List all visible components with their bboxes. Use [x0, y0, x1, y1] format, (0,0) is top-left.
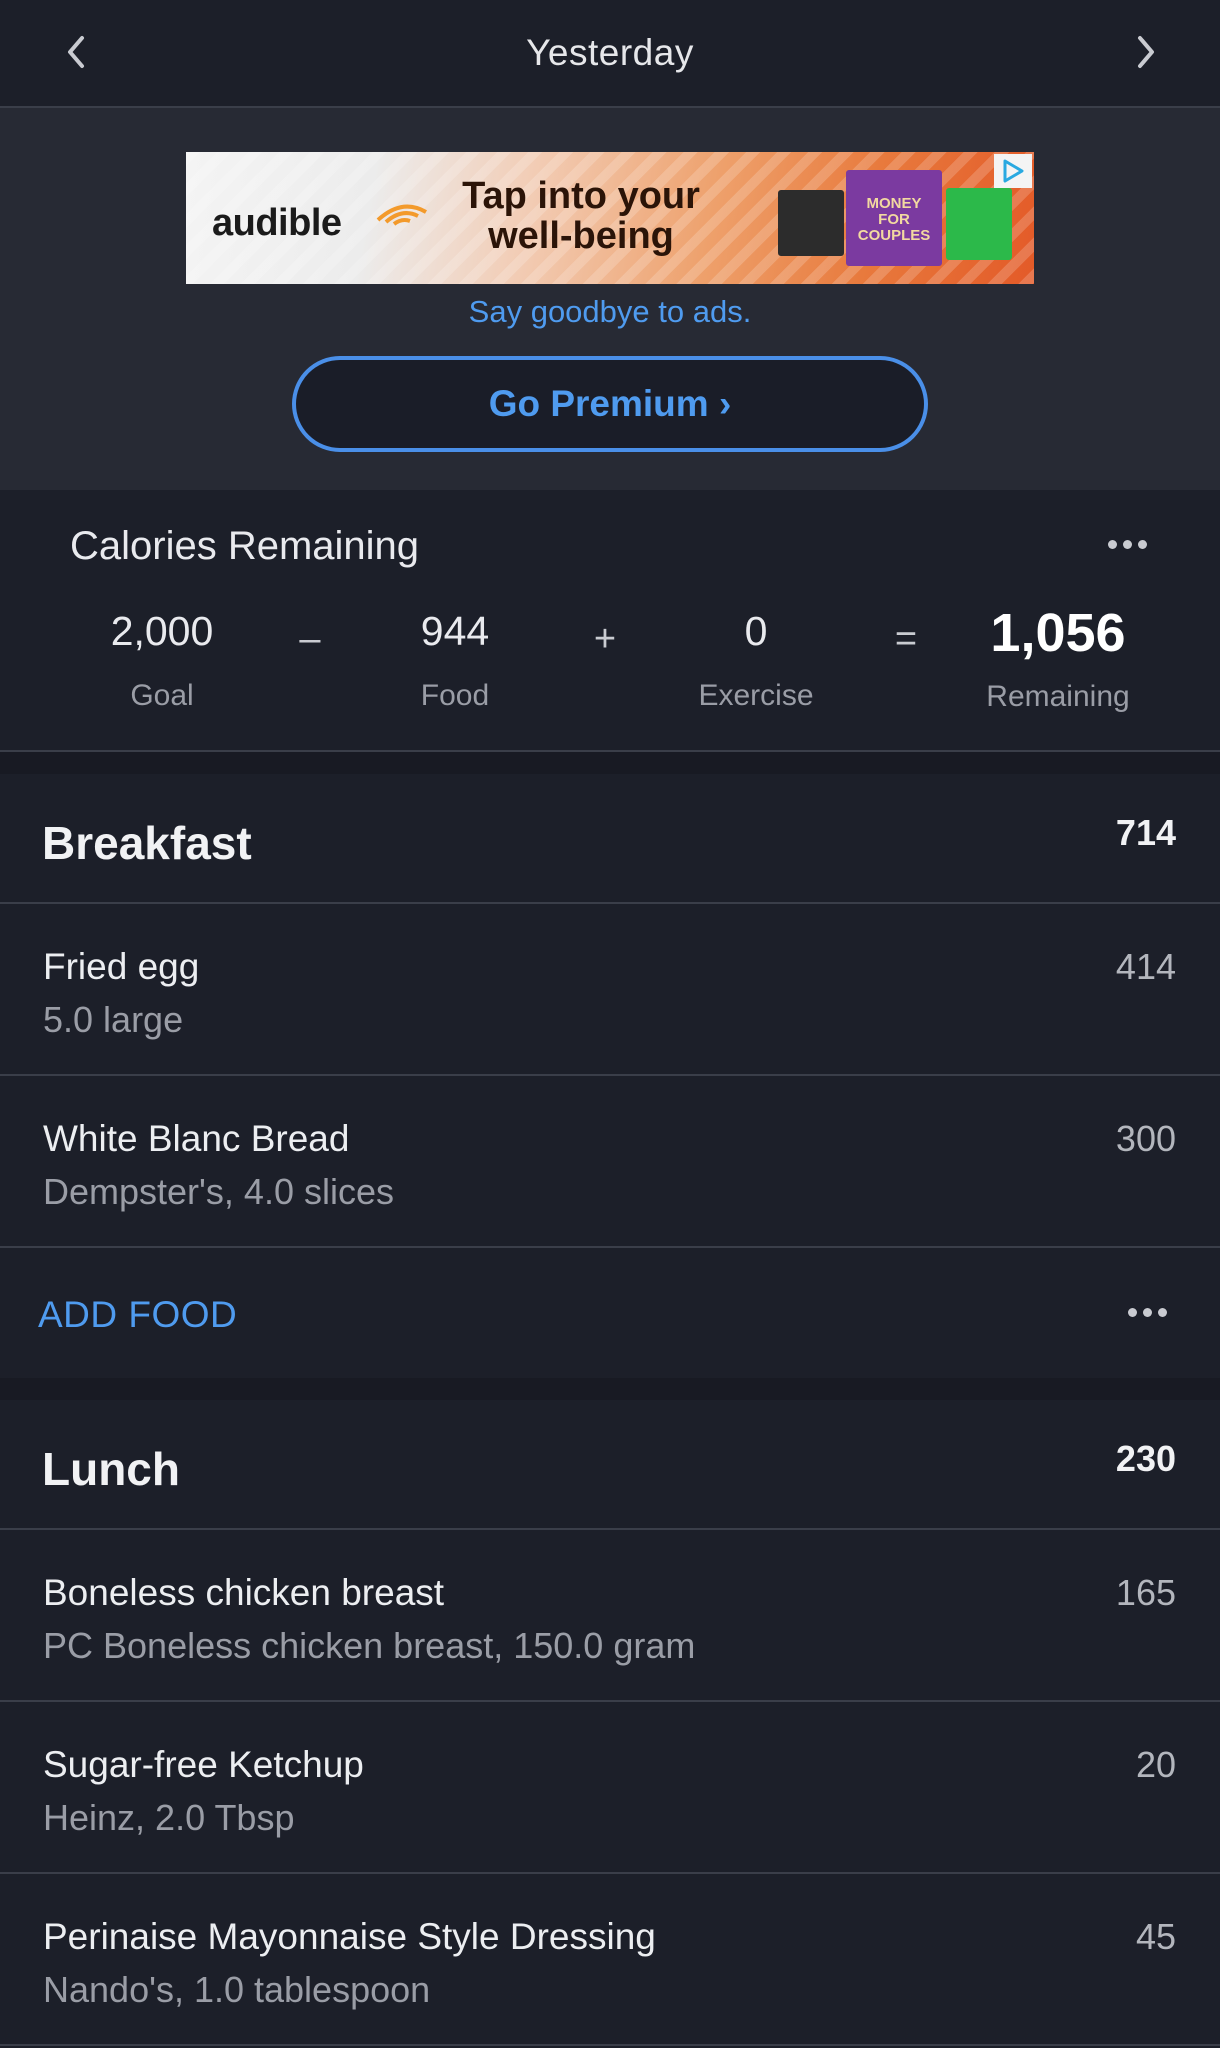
add-food-button[interactable]: ADD FOOD: [38, 1294, 237, 1336]
meal-header-lunch[interactable]: Lunch 230: [0, 1400, 1220, 1530]
food-calories: 414: [1115, 946, 1176, 987]
goal-label: Goal: [130, 679, 194, 712]
meal-name: Breakfast: [42, 817, 252, 869]
chevron-right-icon: [1138, 36, 1154, 68]
section-divider: [0, 752, 1220, 774]
food-description: Dempster's, 4.0 slices: [43, 1171, 394, 1212]
food-name: Fried egg: [43, 946, 200, 987]
calories-more-options-icon[interactable]: [1108, 540, 1147, 549]
food-item[interactable]: Fried egg 5.0 large 414: [0, 904, 1220, 1076]
minus-operator: –: [299, 618, 321, 660]
ad-book-cover: MONEY FOR COUPLES: [846, 170, 942, 266]
food-description: 5.0 large: [43, 999, 184, 1040]
go-premium-button[interactable]: Go Premium ›: [292, 356, 928, 452]
date-title: Yesterday: [526, 32, 694, 73]
add-food-row-breakfast: ADD FOOD: [0, 1250, 1220, 1378]
food-calories: 300: [1115, 1118, 1176, 1159]
audible-wave-icon: [376, 204, 428, 226]
food-name: White Blanc Bread: [43, 1118, 350, 1159]
next-day-button[interactable]: [1124, 30, 1168, 74]
section-divider: [0, 1378, 1220, 1400]
meal-name: Lunch: [42, 1443, 180, 1495]
food-name: Boneless chicken breast: [43, 1572, 445, 1613]
ad-book-cover: [946, 188, 1012, 260]
goal-value: 2,000: [110, 608, 214, 654]
meal-total-calories: 714: [1115, 812, 1176, 853]
food-description: PC Boneless chicken breast, 150.0 gram: [43, 1625, 696, 1666]
ad-choices-icon[interactable]: [994, 154, 1032, 188]
previous-day-button[interactable]: [54, 30, 98, 74]
ad-book-cover: [778, 190, 844, 256]
ad-book-title: MONEY FOR COUPLES: [857, 195, 931, 244]
food-name: Perinaise Mayonnaise Style Dressing: [43, 1916, 656, 1957]
food-item[interactable]: Perinaise Mayonnaise Style Dressing Nand…: [0, 1874, 1220, 2046]
goal-column: 2,000 Goal: [62, 608, 262, 713]
exercise-value: 0: [744, 608, 768, 654]
food-item[interactable]: Sugar-free Ketchup Heinz, 2.0 Tbsp 20: [0, 1702, 1220, 1874]
remove-ads-note: Say goodbye to ads.: [468, 294, 752, 329]
exercise-label: Exercise: [698, 679, 814, 712]
date-header: Yesterday: [0, 0, 1220, 108]
food-calories: 45: [1135, 1916, 1176, 1957]
food-value: 944: [420, 608, 490, 654]
food-column: 944 Food: [355, 608, 555, 713]
food-item[interactable]: White Blanc Bread Dempster's, 4.0 slices…: [0, 1076, 1220, 1248]
calories-remaining-title: Calories Remaining: [70, 524, 420, 568]
food-label: Food: [420, 679, 490, 712]
food-calories: 165: [1115, 1572, 1176, 1613]
chevron-left-icon: [68, 36, 84, 68]
breakfast-more-options-icon[interactable]: [1128, 1308, 1167, 1317]
ad-banner[interactable]: audible Tap into your well-being MONEY F…: [186, 152, 1034, 284]
remaining-value: 1,056: [990, 603, 1126, 663]
food-name: Sugar-free Ketchup: [43, 1744, 364, 1785]
ad-tagline: Tap into your well-being: [462, 175, 700, 257]
ad-brand-logo: audible: [212, 202, 342, 244]
food-description: Heinz, 2.0 Tbsp: [43, 1797, 295, 1838]
calories-remaining-card: Calories Remaining 2,000 Goal – 944 Food…: [0, 490, 1220, 752]
plus-operator: +: [593, 618, 617, 660]
food-description: Nando's, 1.0 tablespoon: [43, 1969, 431, 2010]
equals-operator: =: [894, 618, 918, 660]
exercise-column: 0 Exercise: [656, 608, 856, 713]
meal-header-breakfast[interactable]: Breakfast 714: [0, 774, 1220, 904]
ad-section: audible Tap into your well-being MONEY F…: [0, 108, 1220, 490]
remaining-column: 1,056 Remaining: [958, 603, 1158, 714]
remaining-label: Remaining: [986, 680, 1130, 713]
food-item[interactable]: Boneless chicken breast PC Boneless chic…: [0, 1530, 1220, 1702]
meal-total-calories: 230: [1115, 1438, 1176, 1479]
food-calories: 20: [1135, 1744, 1176, 1785]
